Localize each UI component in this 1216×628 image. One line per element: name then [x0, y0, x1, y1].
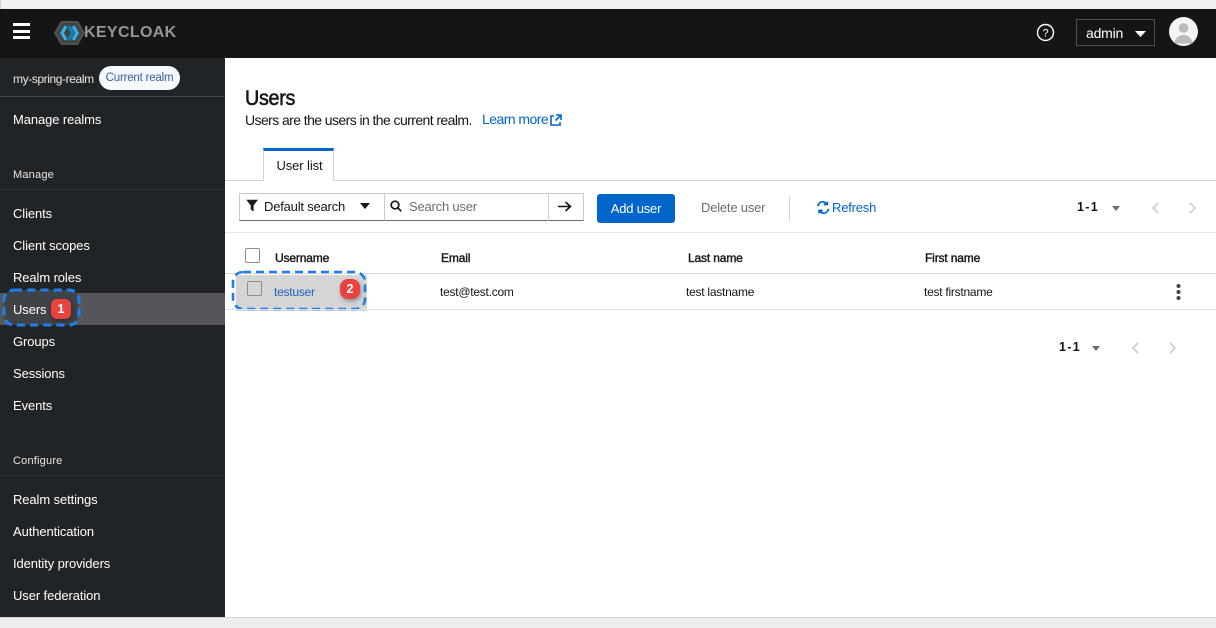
svg-text:?: ?: [1042, 27, 1048, 39]
